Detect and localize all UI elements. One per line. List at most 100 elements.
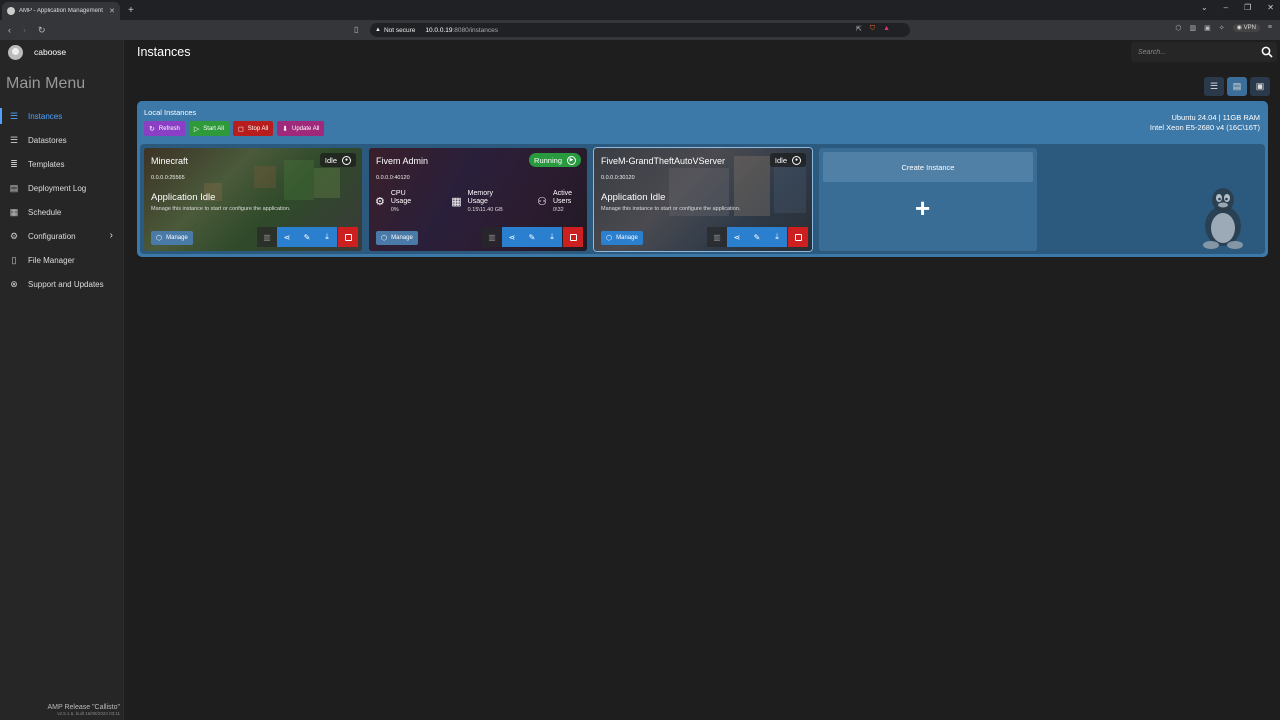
cube-icon: ⬡ (606, 235, 613, 242)
back-icon[interactable]: ‹ (8, 25, 11, 36)
stop-button[interactable] (563, 227, 583, 247)
vpn-button[interactable]: ◉ VPN (1232, 24, 1260, 32)
stop-button[interactable] (788, 227, 808, 247)
instance-tools: ▥ ⋖ ✎ ⤓ (482, 227, 583, 247)
plus-icon: + (915, 193, 931, 223)
play-icon: ▷ (193, 125, 200, 133)
manage-button[interactable]: ⬡ Manage (376, 231, 418, 245)
pencil-icon: ✎ (303, 232, 311, 242)
leo-icon[interactable]: ✧ (1219, 24, 1225, 32)
share-icon: ⋖ (283, 232, 291, 242)
tab-title: AMP - Application Management (19, 8, 103, 14)
minimize-icon[interactable]: – (1224, 3, 1228, 12)
user-profile[interactable]: caboose (0, 40, 123, 64)
vpn-label: VPN (1243, 25, 1256, 31)
brave-shield-icon[interactable]: ⛉ (870, 25, 875, 33)
extensions-icon[interactable]: ⬡ (1175, 24, 1181, 32)
create-instance-card[interactable]: Create Instance + (819, 148, 1037, 251)
new-tab-icon[interactable]: + (128, 5, 134, 16)
share-icon: ⋖ (508, 232, 516, 242)
instance-name: FiveM-GrandTheftAutoVServer (601, 156, 726, 166)
refresh-label: Refresh (158, 125, 180, 132)
chevron-right-icon: › (109, 230, 113, 241)
trash-icon: ▥ (263, 232, 271, 242)
delete-button[interactable]: ▥ (482, 227, 502, 247)
play-icon: ▶ (567, 155, 576, 165)
view-card-button[interactable]: ▤ (1227, 77, 1247, 96)
support-icon: ⊗ (10, 279, 18, 289)
edit-button[interactable]: ✎ (522, 227, 542, 247)
tab-search-icon[interactable]: ⌄ (1201, 3, 1208, 12)
close-window-icon[interactable]: ✕ (1267, 3, 1274, 12)
warning-icon[interactable]: ▲ (375, 27, 381, 33)
stop-button[interactable] (338, 227, 358, 247)
amp-favicon-icon (7, 7, 15, 15)
update-button[interactable]: ⤓ (542, 227, 562, 247)
edit-button[interactable]: ✎ (297, 227, 317, 247)
view-compact-button[interactable]: ▣ (1250, 77, 1270, 96)
restore-icon[interactable]: ❐ (1244, 3, 1251, 12)
refresh-icon: ↻ (149, 125, 155, 133)
search-icon[interactable] (1261, 46, 1273, 58)
start-all-button[interactable]: ▷ Start All (188, 121, 229, 136)
reload-icon[interactable]: ↻ (38, 25, 46, 36)
sidebar-item-deployment-log[interactable]: ▤ Deployment Log (0, 176, 123, 200)
memory-value: 0.15\11.40 GB (467, 207, 503, 213)
instance-tools: ▥ ⋖ ✎ ⤓ (257, 227, 358, 247)
forward-icon[interactable]: › (23, 25, 26, 36)
instance-card-fivem-admin[interactable]: Fivem Admin Running ▶ 0.0.0.0:40120 ⚙ CPU… (369, 148, 587, 251)
idle-icon: ● (792, 155, 801, 165)
compact-view-icon: ▣ (1255, 81, 1265, 91)
stop-all-button[interactable]: ◻ Stop All (232, 121, 274, 136)
share-button[interactable]: ⋖ (727, 227, 747, 247)
search-input[interactable] (1138, 48, 1256, 56)
manage-button[interactable]: ⬡ Manage (151, 231, 193, 245)
bookmark-icon[interactable]: ▯ (354, 25, 358, 34)
delete-button[interactable]: ▥ (257, 227, 277, 247)
sidebar-item-datastores[interactable]: ☰ Datastores (0, 128, 123, 152)
users-metric: ⚇ Active Users 0\32 (537, 190, 581, 213)
instance-card-fivem-gtav[interactable]: FiveM-GrandTheftAutoVServer Idle ● 0.0.0.… (594, 148, 812, 251)
cpu-info: Intel Xeon E5-2680 v4 (16C\16T) (1149, 123, 1260, 132)
stop-icon (344, 233, 352, 241)
url-host: 10.0.0.19 (425, 26, 453, 34)
edit-button[interactable]: ✎ (747, 227, 767, 247)
sidebar-item-label: Instances (28, 111, 63, 121)
delete-button[interactable]: ▥ (707, 227, 727, 247)
sidebar-item-instances[interactable]: ☰ Instances (0, 104, 123, 128)
instance-card-minecraft[interactable]: Minecraft Idle ● 0.0.0.0:25565 Applicatio… (144, 148, 362, 251)
manage-label: Manage (391, 235, 413, 241)
cpu-icon: ⚙ (375, 196, 385, 208)
brave-rewards-icon[interactable]: ▲ (883, 25, 890, 33)
close-tab-icon[interactable]: ✕ (109, 7, 115, 15)
sidebar-item-templates[interactable]: ≣ Templates (0, 152, 123, 176)
sidebar-item-file-manager[interactable]: ▯ File Manager (0, 248, 123, 272)
update-all-button[interactable]: ⬇ Update All (277, 121, 325, 136)
wallet-icon[interactable]: ▣ (1204, 24, 1211, 32)
sidebar-item-configuration[interactable]: ⚙ Configuration › (0, 224, 123, 248)
sidebar-item-label: Deployment Log (28, 183, 87, 193)
share-page-icon[interactable]: ⇱ (856, 25, 862, 33)
sidebar-item-support[interactable]: ⊗ Support and Updates (0, 272, 123, 296)
update-button[interactable]: ⤓ (317, 227, 337, 247)
view-list-button[interactable]: ☰ (1204, 77, 1224, 96)
refresh-button[interactable]: ↻ Refresh (144, 121, 185, 136)
url-field[interactable]: ▲ Not secure 10.0.0.19:8080/instances (370, 23, 910, 37)
configuration-icon: ⚙ (9, 231, 19, 241)
sidebar-item-schedule[interactable]: ▦ Schedule (0, 200, 123, 224)
application-description: Manage this instance to start or configu… (601, 206, 741, 212)
status-label: Idle (324, 155, 337, 165)
instance-tools: ▥ ⋖ ✎ ⤓ (707, 227, 808, 247)
manage-button[interactable]: ⬡ Manage (601, 231, 643, 245)
browser-menu-icon[interactable]: ≡ (1268, 24, 1272, 32)
share-button[interactable]: ⋖ (502, 227, 522, 247)
share-button[interactable]: ⋖ (277, 227, 297, 247)
list-view-icon: ☰ (1209, 81, 1219, 91)
idle-icon: ● (342, 155, 351, 165)
sidebar-toggle-icon[interactable]: ▥ (1190, 24, 1197, 32)
templates-icon: ≣ (10, 159, 18, 169)
browser-tab[interactable]: AMP - Application Management ✕ (2, 2, 120, 20)
view-toggle: ☰ ▤ ▣ (1204, 77, 1270, 96)
update-button[interactable]: ⤓ (767, 227, 787, 247)
main-menu-title: Main Menu (6, 75, 86, 92)
